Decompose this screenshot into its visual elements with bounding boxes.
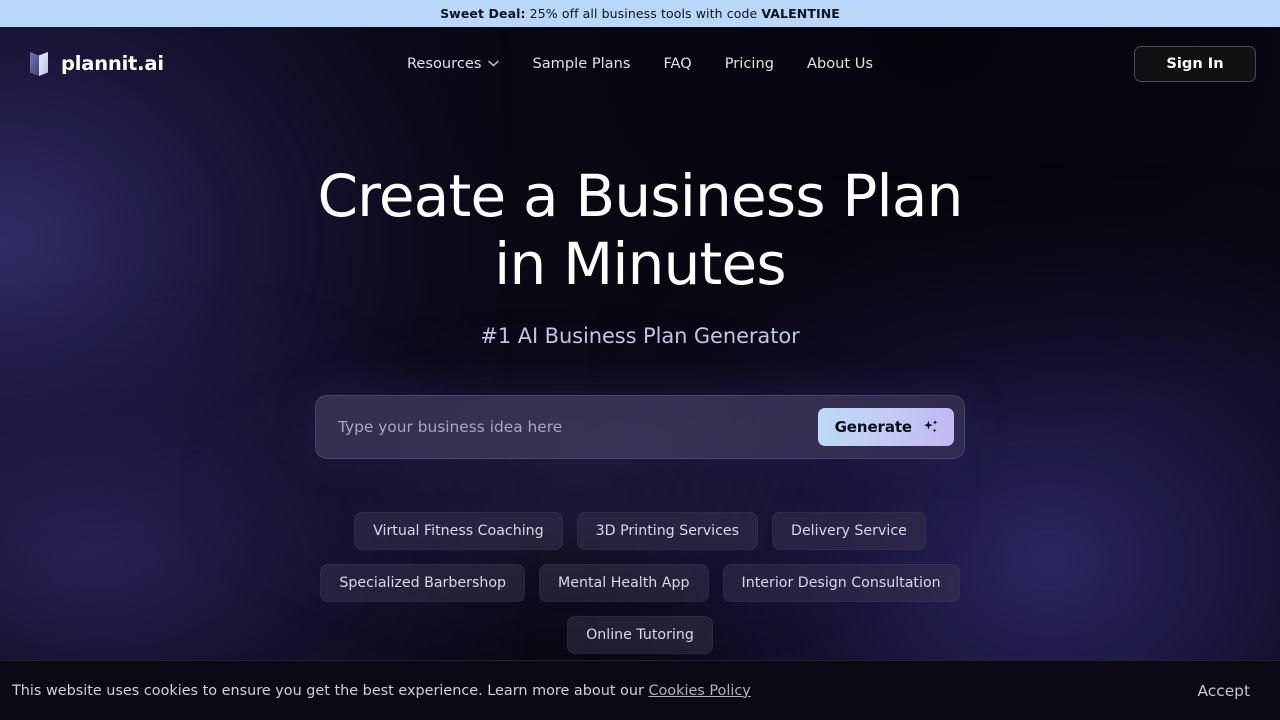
suggestion-chip[interactable]: Online Tutoring	[567, 616, 713, 654]
nav-item-sample-plans[interactable]: Sample Plans	[532, 55, 630, 72]
suggestion-chip[interactable]: Delivery Service	[772, 512, 926, 550]
nav-item-label: About Us	[806, 55, 874, 72]
logo[interactable]: plannit.ai	[26, 49, 164, 79]
sign-in-button[interactable]: Sign In	[1134, 45, 1256, 82]
suggestion-chip[interactable]: Interior Design Consultation	[722, 564, 960, 602]
page-subtitle: #1 AI Business Plan Generator	[480, 324, 800, 348]
open-book-icon	[30, 51, 48, 76]
promo-banner[interactable]: Sweet Deal: 25% off all business tools w…	[0, 0, 1280, 27]
promo-bold-label: Sweet Deal:	[440, 6, 526, 21]
page-title: Create a Business Plan in Minutes	[260, 162, 1020, 298]
chevron-down-icon	[488, 60, 500, 67]
nav-item-faq[interactable]: FAQ	[663, 55, 691, 72]
generate-button-label: Generate	[834, 418, 913, 436]
sparkles-icon	[923, 420, 938, 433]
suggestion-chips: Virtual Fitness Coaching 3D Printing Ser…	[270, 512, 1010, 654]
nav-item-pricing[interactable]: Pricing	[725, 55, 774, 72]
search-input[interactable]	[338, 418, 818, 436]
suggestion-chip[interactable]: Virtual Fitness Coaching	[354, 512, 563, 550]
nav-item-label: Resources	[406, 55, 482, 72]
glow-bottom-left	[0, 300, 520, 720]
nav-item-label: Pricing	[724, 55, 774, 72]
cookies-policy-link[interactable]: Cookies Policy	[648, 683, 750, 699]
nav-item-label: Sample Plans	[532, 55, 631, 72]
hero-section: Create a Business Plan in Minutes #1 AI …	[0, 100, 1280, 348]
cookie-consent-message: This website uses cookies to ensure you …	[12, 682, 649, 699]
logo-text: plannit.ai	[61, 52, 164, 75]
nav-item-label: FAQ	[663, 55, 692, 72]
promo-body-text: 25% off all business tools with code	[525, 6, 762, 21]
page-title-line-2: in Minutes	[494, 230, 786, 298]
cookie-consent-bar: This website uses cookies to ensure you …	[0, 660, 1280, 720]
cookie-consent-text: This website uses cookies to ensure you …	[12, 683, 751, 699]
nav-item-about-us[interactable]: About Us	[807, 55, 873, 72]
landing-page: Sweet Deal: 25% off all business tools w…	[0, 0, 1280, 720]
nav-item-resources[interactable]: Resources	[407, 55, 500, 72]
generate-button[interactable]: Generate	[817, 408, 954, 446]
accept-cookies-button[interactable]: Accept	[1194, 676, 1254, 706]
page-title-line-1: Create a Business Plan	[317, 162, 963, 230]
promo-code: VALENTINE	[761, 6, 840, 21]
suggestion-chip[interactable]: 3D Printing Services	[576, 512, 759, 550]
promo-banner-text: Sweet Deal: 25% off all business tools w…	[440, 6, 840, 21]
suggestion-chip[interactable]: Mental Health App	[539, 564, 709, 602]
site-header: plannit.ai Resources Sample Plans FAQ Pr…	[0, 27, 1280, 100]
business-idea-search-box: Generate	[315, 395, 965, 459]
main-nav: Resources Sample Plans FAQ Pricing About…	[0, 55, 1280, 72]
suggestion-chip[interactable]: Specialized Barbershop	[320, 564, 526, 602]
